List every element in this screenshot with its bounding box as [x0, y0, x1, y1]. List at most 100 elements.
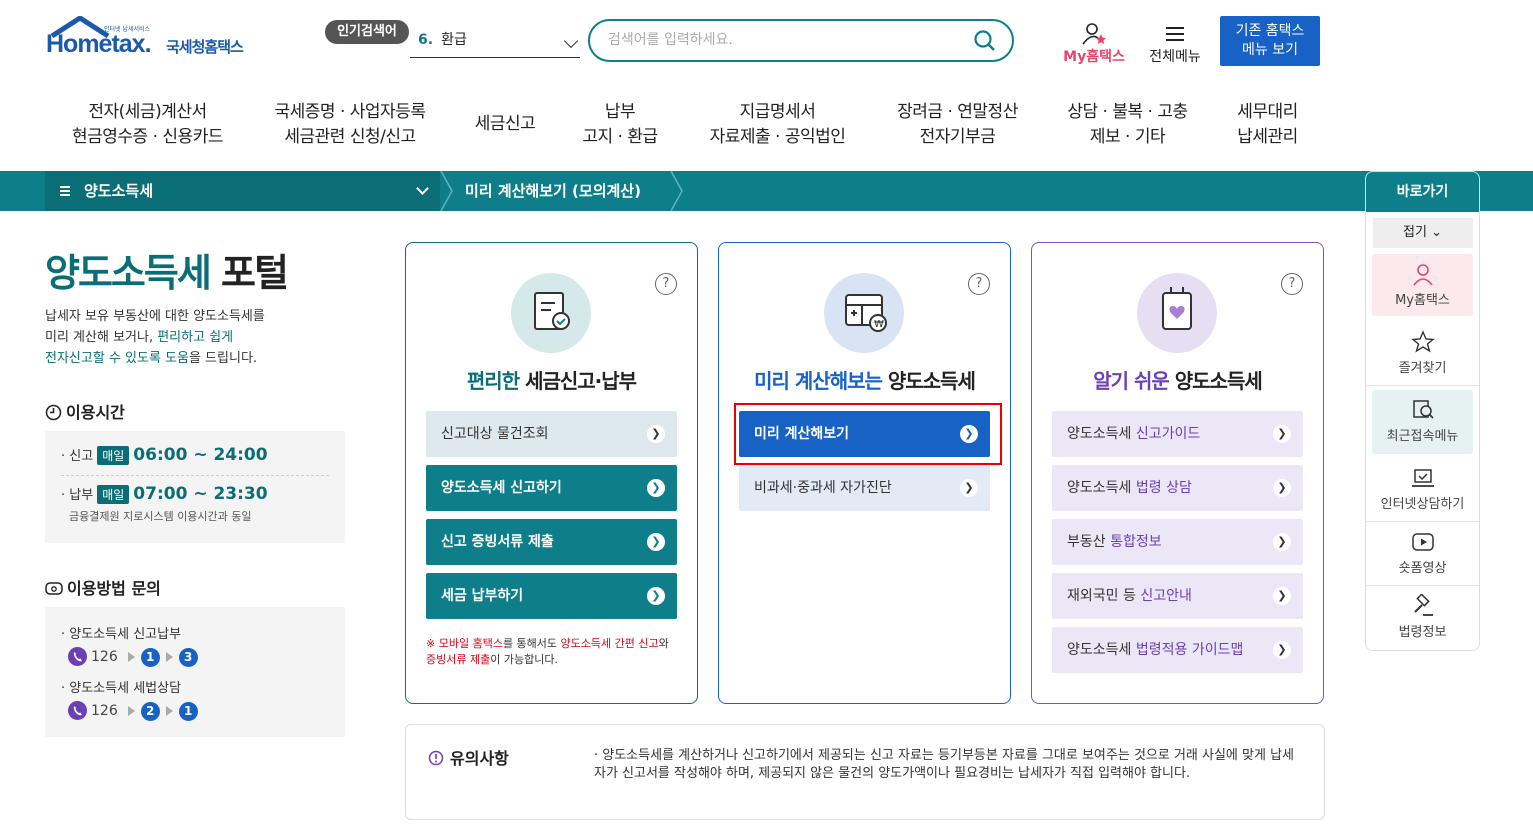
menu-step: 2: [140, 702, 160, 721]
quick-links-panel: 바로가기 접기 ⌄ My홈택스 즐겨찾기 최근접속메뉴 인터넷상담하기 숏폼영상…: [1365, 171, 1480, 651]
quick-law-info[interactable]: 법령정보: [1366, 586, 1479, 650]
page-title-main: 양도소득세: [45, 251, 212, 295]
my-hometax-button[interactable]: My홈택스: [1058, 22, 1130, 66]
gnb-line1: 지급명세서: [739, 102, 816, 122]
inquiry-box: · 양도소득세 신고납부 126 1 3 · 양도소득세 세법상담 126 2 1: [45, 607, 345, 737]
button-label: 세금 납부하기: [441, 588, 524, 604]
chevron-right-icon: ❯: [647, 533, 665, 551]
gnb-tax-agent[interactable]: 세무대리 납세관리: [1220, 100, 1315, 150]
chevron-right-icon: ❯: [647, 479, 665, 497]
quick-item-label: 즐겨찾기: [1398, 361, 1447, 376]
notice-heading: 유의사항: [428, 745, 509, 769]
note-documents: 증빙서류 제출: [426, 653, 491, 666]
hours-heading: 이용시간: [45, 399, 125, 423]
search-icon[interactable]: [974, 30, 996, 52]
button-label-accent: 통합정보: [1110, 534, 1162, 550]
gnb-line1: 국세증명 · 사업자등록: [274, 102, 426, 122]
quick-links-title: 바로가기: [1366, 172, 1479, 212]
search-input[interactable]: [608, 21, 968, 59]
desc-line1: 납세자 보유 부동산에 대한 양도소득세를: [45, 309, 265, 324]
pay-time: 07:00 ~ 23:30: [133, 484, 268, 504]
chevron-down-icon: ⌄: [1431, 225, 1442, 240]
arrow-right-icon: [165, 651, 173, 662]
gnb-payment[interactable]: 납부 고지 · 환급: [565, 100, 675, 150]
quick-my-hometax[interactable]: My홈택스: [1372, 254, 1473, 316]
quick-item-label: 최근접속메뉴: [1386, 429, 1459, 444]
overseas-guide-button[interactable]: 재외국민 등 신고안내 ❯: [1052, 573, 1303, 619]
note-text: 이 가능합니다.: [490, 653, 558, 666]
daily-badge: 매일: [97, 446, 130, 465]
real-estate-info-button[interactable]: 부동산 통합정보 ❯: [1052, 519, 1303, 565]
note-simple-filing: 양도소득세 간편 신고: [560, 637, 659, 650]
gnb-e-invoice[interactable]: 전자(세금)계산서 현금영수증 · 신용카드: [55, 100, 240, 150]
mobile-note: ※ 모바일 홈택스를 통해서도 양도소득세 간편 신고와 증빙서류 제출이 가능…: [426, 636, 681, 668]
button-label-accent: 법령 상담: [1135, 480, 1192, 496]
gnb-certificates[interactable]: 국세증명 · 사업자등록 세금관련 신청/신고: [255, 100, 445, 150]
hours-box: · 신고 매일 06:00 ~ 24:00 · 납부 매일 07:00 ~ 23:30 …: [45, 431, 345, 543]
help-icon[interactable]: ?: [1281, 273, 1303, 295]
simulate-calculation-button[interactable]: 미리 계산해보기 ❯: [739, 411, 990, 457]
page-title: 양도소득세 포털: [45, 242, 289, 297]
breadcrumb-separator: [440, 171, 453, 211]
gnb-incentive[interactable]: 장려금 · 연말정산 전자기부금: [880, 100, 1035, 150]
help-icon[interactable]: ?: [968, 273, 990, 295]
pay-tax-button[interactable]: 세금 납부하기 ❯: [426, 573, 677, 619]
breadcrumb-current-page[interactable]: 미리 계산해보기 (모의계산): [465, 171, 641, 211]
button-label: 양도소득세: [1067, 480, 1136, 496]
hometax-logo[interactable]: 인터넷 납세서비스 Hometax. 국세청홈택스: [46, 16, 266, 68]
inquiry-consult-route: 126 2 1: [68, 700, 329, 721]
quick-item-label: 인터넷상담하기: [1380, 497, 1465, 512]
quick-online-consult[interactable]: 인터넷상담하기: [1366, 458, 1479, 522]
quick-favorites[interactable]: 즐겨찾기: [1366, 322, 1479, 386]
lookup-target-button[interactable]: 신고대상 물건조회 ❯: [426, 411, 677, 457]
my-hometax-label: My홈택스: [1063, 49, 1125, 65]
gnb-line1: 납부: [604, 102, 636, 122]
inquiry-heading: 이용방법 문의: [45, 575, 161, 599]
receipt-search-icon: [511, 273, 591, 353]
button-label: 양도소득세: [1067, 642, 1136, 658]
all-menu-button[interactable]: 전체메뉴: [1144, 22, 1206, 66]
button-label: 미리 계산해보기: [754, 426, 850, 442]
user-icon: [1412, 264, 1433, 286]
law-guide-map-button[interactable]: 양도소득세 법령적용 가이드맵 ❯: [1052, 627, 1303, 673]
quick-item-label: 숏폼영상: [1398, 561, 1447, 576]
card-title: 미리 계산해보는 양도소득세: [719, 365, 1010, 394]
quick-short-video[interactable]: 숏폼영상: [1366, 522, 1479, 586]
menu-step: 1: [140, 648, 160, 667]
desc-line2a: 미리 계산해 보거나,: [45, 330, 158, 345]
gnb-tax-return[interactable]: 세금신고: [460, 112, 550, 137]
gnb-line2: 납세관리: [1237, 127, 1298, 147]
desc-line2b: 편리하고 쉽게: [157, 330, 234, 345]
self-diagnosis-button[interactable]: 비과세·중과세 자가진단 ❯: [739, 465, 990, 511]
keyword-rank: 6.: [418, 32, 434, 48]
report-label: · 신고: [61, 449, 94, 464]
laptop-icon: [1411, 469, 1434, 487]
chevron-down-icon: [563, 33, 579, 49]
law-consult-button[interactable]: 양도소득세 법령 상담 ❯: [1052, 465, 1303, 511]
report-hours: · 신고 매일 06:00 ~ 24:00: [61, 445, 329, 465]
gnb-consulting[interactable]: 상담 · 불복 · 고충 제보 · 기타: [1050, 100, 1205, 150]
card-title-rest: 세금신고·납부: [519, 369, 637, 393]
notice-box: 유의사항 · 양도소득세를 계산하거나 신고하기에서 제공되는 신고 자료는 등…: [405, 724, 1325, 820]
fold-button[interactable]: 접기 ⌄: [1372, 218, 1473, 248]
quick-item-label: My홈택스: [1395, 293, 1450, 308]
page-description: 납세자 보유 부동산에 대한 양도소득세를 미리 계산해 보거나, 편리하고 쉽…: [45, 306, 305, 369]
page-title-portal: 포털: [221, 251, 289, 295]
file-return-button[interactable]: 양도소득세 신고하기 ❯: [426, 465, 677, 511]
menu-icon: [60, 186, 70, 196]
help-icon[interactable]: ?: [655, 273, 677, 295]
gnb-payment-statement[interactable]: 지급명세서자료제출 · 공익법인: [690, 100, 865, 150]
gnb-line2: 제보 · 기타: [1089, 127, 1166, 147]
chevron-right-icon: ❯: [1273, 479, 1291, 497]
filing-guide-button[interactable]: 양도소득세 신고가이드 ❯: [1052, 411, 1303, 457]
hamburger-icon: [1166, 27, 1184, 41]
logo-korean-name: 국세청홈택스: [166, 38, 244, 56]
quick-recent-menu[interactable]: 최근접속메뉴: [1372, 390, 1473, 454]
button-label-accent: 신고가이드: [1135, 426, 1201, 442]
submit-documents-button[interactable]: 신고 증빙서류 제출 ❯: [426, 519, 677, 565]
old-menu-line2: 메뉴 보기: [1242, 42, 1298, 58]
gnb-line2: 자료제출 · 공익법인: [709, 127, 846, 147]
chevron-right-icon: ❯: [647, 587, 665, 605]
old-menu-button[interactable]: 기존 홈택스 메뉴 보기: [1220, 16, 1320, 66]
popular-keyword-select[interactable]: 6. 환급: [410, 26, 580, 58]
